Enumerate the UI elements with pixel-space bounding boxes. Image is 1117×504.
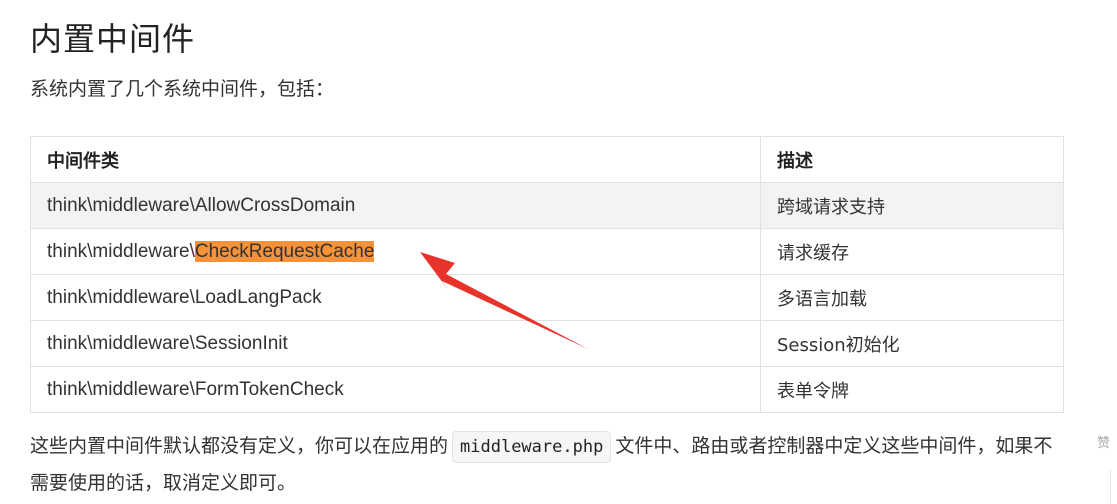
- middleware-description-cell: 请求缓存: [760, 228, 1064, 275]
- middleware-description-cell: Session初始化: [760, 320, 1064, 367]
- explanation-paragraph: 这些内置中间件默认都没有定义，你可以在应用的 middleware.php 文件中、…: [30, 428, 1070, 502]
- inline-code-filename: middleware.php: [452, 431, 612, 463]
- section-heading: 内置中间件: [30, 20, 196, 58]
- table-row: think\middleware\SessionInit Session初始化: [30, 320, 1064, 367]
- middleware-class-cell: think\middleware\SessionInit: [30, 320, 761, 367]
- highlighted-class-name: CheckRequestCache: [194, 240, 375, 262]
- paragraph-text-before: 这些内置中间件默认都没有定义，你可以在应用的: [30, 435, 449, 457]
- sidebar-divider: [1110, 470, 1111, 504]
- middleware-class-cell: think\middleware\LoadLangPack: [30, 274, 761, 321]
- table-row: think\middleware\LoadLangPack 多语言加载: [30, 274, 1064, 321]
- intro-text: 系统内置了几个系统中间件，包括：: [30, 78, 335, 100]
- table-row: think\middleware\AllowCrossDomain 跨域请求支持: [30, 182, 1064, 229]
- middleware-class-text: think\middleware\: [47, 240, 195, 262]
- middleware-description-cell: 表单令牌: [760, 366, 1064, 413]
- middleware-class-cell: think\middleware\FormTokenCheck: [30, 366, 761, 413]
- middleware-class-text: think\middleware\AllowCrossDomain: [47, 194, 356, 216]
- middleware-description-cell: 跨域请求支持: [760, 182, 1064, 229]
- middleware-class-text: think\middleware\LoadLangPack: [47, 286, 322, 308]
- table-header-row: 中间件类 描述: [30, 136, 1064, 183]
- document-page: 内置中间件 系统内置了几个系统中间件，包括： 中间件类 描述 think\mid…: [0, 0, 1117, 504]
- middleware-table: 中间件类 描述 think\middleware\AllowCrossDomai…: [30, 136, 1064, 413]
- like-label[interactable]: 赞: [1097, 432, 1110, 451]
- column-header-description: 描述: [760, 136, 1064, 183]
- table-row: think\middleware\CheckRequestCache 请求缓存: [30, 228, 1064, 275]
- middleware-description-cell: 多语言加载: [760, 274, 1064, 321]
- middleware-class-text: think\middleware\SessionInit: [47, 332, 288, 354]
- middleware-class-cell: think\middleware\AllowCrossDomain: [30, 182, 761, 229]
- middleware-class-text: think\middleware\FormTokenCheck: [47, 378, 344, 400]
- column-header-class: 中间件类: [30, 136, 761, 183]
- middleware-class-cell: think\middleware\CheckRequestCache: [30, 228, 761, 275]
- table-row: think\middleware\FormTokenCheck 表单令牌: [30, 366, 1064, 413]
